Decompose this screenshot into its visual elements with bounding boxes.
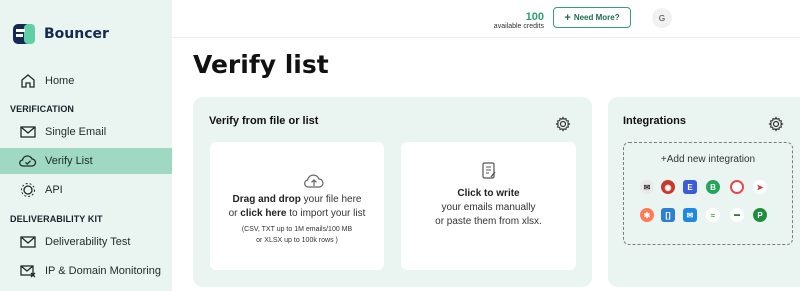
integration-ring-icon[interactable] (730, 180, 744, 194)
click-here-link[interactable]: click here (240, 208, 286, 219)
integration-bracket-icon[interactable]: [] (661, 208, 675, 222)
sidebar-item-label: IP & Domain Monitoring (45, 265, 161, 277)
section-heading-deliverability: DELIVERABILITY KIT (10, 214, 103, 224)
verify-card-title: Verify from file or list (209, 115, 319, 127)
sidebar-item-label: Single Email (45, 126, 107, 138)
sidebar-item-ip-domain-monitoring[interactable]: IP & Domain Monitoring (0, 258, 172, 284)
drag-drop-bold: Drag and drop (232, 194, 301, 205)
upload-limits-2: or XLSX up to 100k rows ) (256, 237, 338, 244)
cloud-upload-icon (304, 174, 324, 188)
hubspot-icon[interactable]: ✱ (640, 208, 654, 222)
credits-display: 100 available credits (480, 11, 544, 30)
integration-p-icon[interactable]: P (753, 208, 767, 222)
envelope-search-icon (19, 233, 37, 251)
sidebar-item-api[interactable]: API (0, 177, 172, 203)
or-text: or (228, 208, 241, 219)
api-gear-icon (19, 181, 37, 199)
credits-count: 100 (525, 11, 544, 23)
integrations-title: Integrations (623, 115, 686, 127)
integration-e-icon[interactable]: E (683, 180, 697, 194)
app-logo[interactable]: Bouncer (10, 20, 109, 48)
need-more-label: Need More? (573, 13, 620, 22)
gear-icon[interactable] (555, 116, 571, 132)
section-heading-verification: VERIFICATION (10, 104, 75, 114)
click-to-write: Click to write (457, 188, 520, 199)
manual-entry-box[interactable]: Click to write your emails manually or p… (401, 142, 576, 270)
integration-mailer-icon[interactable]: ▬ (730, 208, 744, 222)
integration-b-icon[interactable]: B (706, 180, 720, 194)
cloud-check-icon (19, 152, 37, 170)
integrations-box[interactable]: +Add new integration ✉ ◉ E B ➤ ✱ [] ✉ ≈ … (623, 142, 793, 245)
app-name: Bouncer (44, 26, 109, 42)
integrations-card: Integrations +Add new integration ✉ ◉ E … (608, 97, 800, 287)
topbar-divider (172, 37, 800, 38)
sidebar: Bouncer Home VERIFICATION Single Email V… (0, 0, 172, 291)
upload-limits-1: (CSV, TXT up to 1M emails/100 MB (241, 226, 353, 233)
write-line-3: or paste them from xlsx. (435, 216, 542, 227)
sidebar-item-label: Deliverability Test (45, 236, 131, 248)
gear-icon[interactable] (768, 116, 784, 132)
page-title: Verify list (193, 50, 329, 79)
avatar[interactable]: G (652, 8, 672, 28)
sidebar-item-label: Verify List (45, 155, 93, 167)
sidebar-item-label: API (45, 184, 63, 196)
sidebar-item-single-email[interactable]: Single Email (0, 119, 172, 145)
integration-bird-icon[interactable]: ➤ (753, 180, 767, 194)
sendinblue-icon[interactable]: ◉ (661, 180, 675, 194)
import-text: to import your list (286, 208, 366, 219)
sidebar-item-home[interactable]: Home (0, 68, 172, 94)
file-dropzone[interactable]: Drag and drop your file here or click he… (210, 142, 384, 270)
sidebar-item-label: Home (45, 75, 75, 87)
envelope-icon (19, 123, 37, 141)
plus-icon: + (564, 11, 571, 24)
envelope-x-icon (19, 262, 37, 280)
mailchimp-icon[interactable]: ✉ (640, 180, 654, 194)
bouncer-logo-icon (13, 24, 35, 44)
sidebar-item-deliverability-test[interactable]: Deliverability Test (0, 229, 172, 255)
write-line-2: your emails manually (441, 202, 536, 213)
drag-drop-rest: your file here (300, 194, 362, 205)
write-note-icon (482, 162, 496, 179)
need-more-button[interactable]: + Need More? (553, 7, 631, 28)
sidebar-item-verify-list[interactable]: Verify List (0, 148, 172, 174)
integration-mail-icon[interactable]: ✉ (683, 208, 697, 222)
verify-card: Verify from file or list Drag and drop y… (193, 97, 592, 287)
integration-wave-icon[interactable]: ≈ (706, 208, 720, 222)
add-integration-link[interactable]: +Add new integration (624, 154, 792, 165)
home-icon (19, 72, 37, 90)
credits-label: available credits (493, 23, 544, 30)
